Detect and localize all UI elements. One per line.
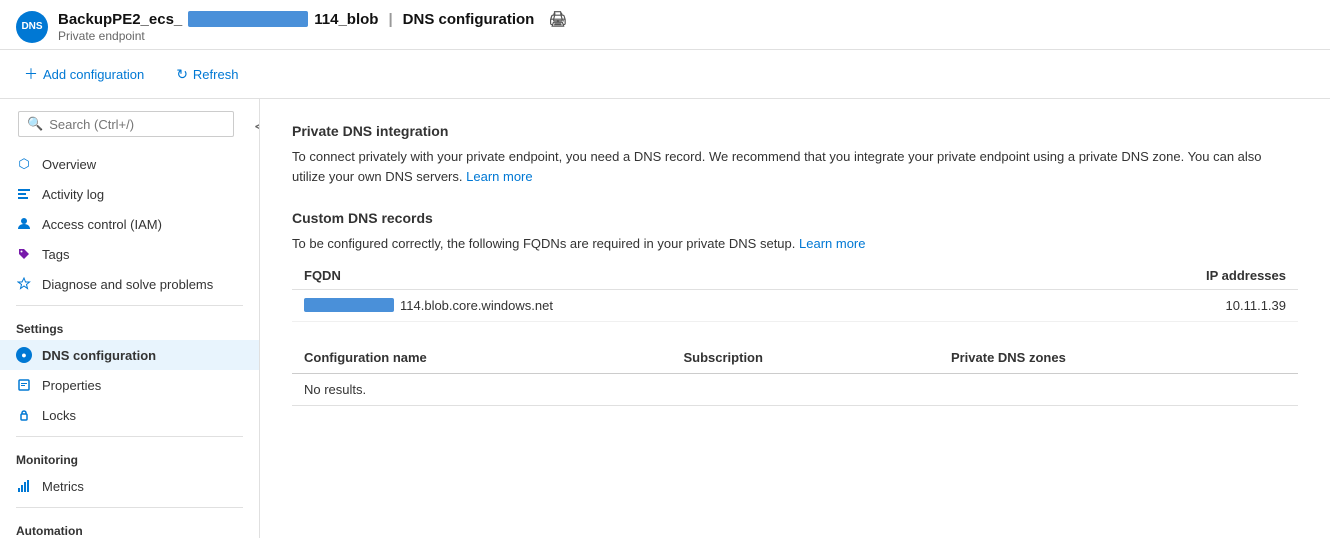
refresh-icon: ↻ [176,66,188,83]
custom-dns-section: Custom DNS records To be configured corr… [292,210,1298,406]
add-icon: ＋ [24,64,38,84]
subscription-col: Subscription [671,342,938,374]
activity-log-icon [16,186,32,202]
sidebar-item-diagnose[interactable]: Diagnose and solve problems [0,269,259,299]
monitoring-section-label: Monitoring [0,443,259,471]
search-box[interactable]: 🔍 [18,111,234,137]
sidebar-item-overview[interactable]: ⬡ Overview [0,149,259,179]
sidebar-item-dns-configuration[interactable]: ● DNS configuration [0,340,259,370]
custom-dns-learn-more-link[interactable]: Learn more [799,236,865,251]
overview-icon: ⬡ [16,156,32,172]
header-title-block: BackupPE2_ecs_114_blob | DNS configurati… [58,10,567,43]
content-area: Private DNS integration To connect priva… [260,99,1330,538]
properties-icon [16,377,32,393]
no-results-text: No results. [292,373,1298,405]
fqdn-cell: 114.blob.core.windows.net [292,289,1020,321]
dns-records-table: FQDN IP addresses 114.blob.core.windows.… [292,262,1298,322]
ip-cell: 10.11.1.39 [1020,289,1298,321]
settings-section-label: Settings [0,312,259,340]
toolbar: ＋ Add configuration ↻ Refresh [0,50,1330,99]
custom-dns-title: Custom DNS records [292,210,1298,226]
private-dns-title: Private DNS integration [292,123,1298,139]
automation-section-label: Automation [0,514,259,538]
redacted-text [188,11,308,27]
private-dns-desc: To connect privately with your private e… [292,147,1298,186]
access-control-icon [16,216,32,232]
config-table: Configuration name Subscription Private … [292,342,1298,406]
fqdn-redacted-part [304,298,394,312]
dns-config-icon: ● [16,347,32,363]
collapse-button[interactable]: ≪ [248,116,260,137]
refresh-button[interactable]: ↻ Refresh [168,62,246,87]
sidebar: 🔍 ≪ ⬡ Overview Activity log Access contr… [0,99,260,538]
private-dns-section: Private DNS integration To connect priva… [292,123,1298,186]
tags-icon [16,246,32,262]
sidebar-item-activity-log[interactable]: Activity log [0,179,259,209]
sidebar-item-properties[interactable]: Properties [0,370,259,400]
resource-subtitle: Private endpoint [58,29,567,43]
fqdn-column-header: FQDN [292,262,1020,290]
main-layout: 🔍 ≪ ⬡ Overview Activity log Access contr… [0,99,1330,538]
print-icon[interactable]: 🖨 [548,10,567,28]
search-icon: 🔍 [27,116,43,132]
page-header: DNS BackupPE2_ecs_114_blob | DNS configu… [0,0,1330,50]
divider-automation [16,507,243,508]
sidebar-item-access-control[interactable]: Access control (IAM) [0,209,259,239]
sidebar-item-metrics[interactable]: Metrics [0,471,259,501]
config-name-col: Configuration name [292,342,671,374]
no-results-row: No results. [292,373,1298,405]
add-configuration-button[interactable]: ＋ Add configuration [16,60,152,88]
sidebar-item-tags[interactable]: Tags [0,239,259,269]
private-dns-col: Private DNS zones [939,342,1298,374]
resource-avatar: DNS [16,11,48,43]
private-dns-learn-more-link[interactable]: Learn more [466,169,532,184]
ip-column-header: IP addresses [1020,262,1298,290]
divider-settings [16,305,243,306]
sidebar-item-locks[interactable]: Locks [0,400,259,430]
diagnose-icon [16,276,32,292]
page-title: BackupPE2_ecs_114_blob | DNS configurati… [58,10,567,28]
metrics-icon [16,478,32,494]
custom-dns-desc: To be configured correctly, the followin… [292,234,1298,254]
divider-monitoring [16,436,243,437]
table-row: 114.blob.core.windows.net 10.11.1.39 [292,289,1298,321]
locks-icon [16,407,32,423]
search-input[interactable] [49,117,225,132]
